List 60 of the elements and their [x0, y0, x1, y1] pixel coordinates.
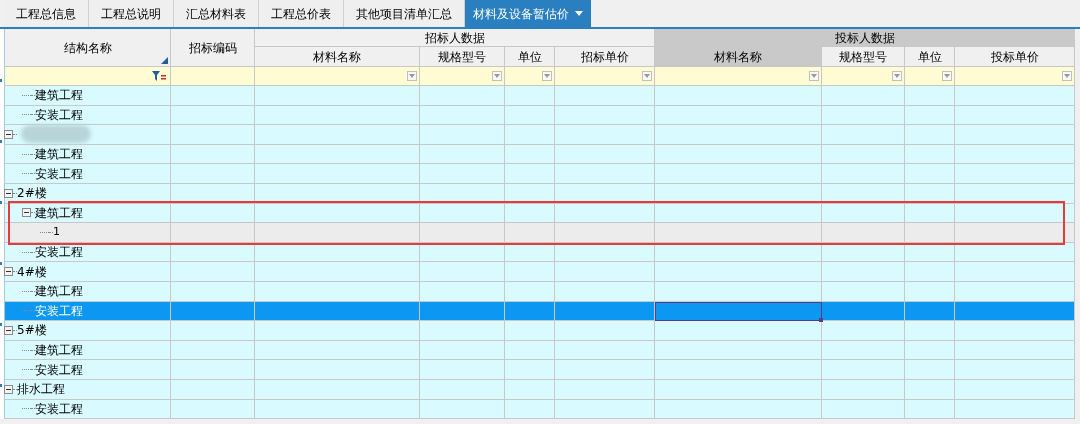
redacted-blur — [21, 125, 91, 144]
table-row[interactable]: 1 — [5, 223, 1075, 243]
tree-node-label: 建筑工程 — [35, 342, 83, 359]
tree-node-label: 安装工程 — [35, 165, 83, 183]
column-header[interactable]: 单位 — [505, 47, 555, 67]
dropdown-icon[interactable] — [809, 71, 819, 81]
column-header[interactable]: 材料名称 — [255, 47, 420, 67]
table-row[interactable]: 4#楼 — [5, 262, 1075, 282]
tree-node-label: 安装工程 — [35, 400, 83, 418]
tree-node-label: 建筑工程 — [35, 87, 83, 105]
column-header[interactable]: 结构名称 — [5, 29, 171, 67]
tree-node-label: 5#楼 — [17, 322, 47, 340]
dropdown-icon[interactable] — [407, 71, 417, 81]
column-header[interactable]: 规格型号 — [420, 47, 505, 67]
tree-node-label: 安装工程 — [35, 244, 83, 262]
column-header[interactable]: 招标编码 — [171, 29, 255, 67]
table-row[interactable]: 排水工程 — [5, 379, 1075, 400]
table-row[interactable]: 安装工程 — [5, 164, 1075, 184]
tree-node-label: 安装工程 — [35, 106, 83, 124]
collapse-icon[interactable] — [22, 208, 31, 218]
caret-icon[interactable] — [575, 11, 583, 16]
column-header[interactable]: 材料名称 — [655, 47, 822, 67]
table-row[interactable]: 安装工程 — [5, 399, 1075, 420]
tab[interactable]: 材料及设备暂估价 — [465, 0, 591, 27]
tree-node-label: 4#楼 — [17, 263, 47, 281]
tree-node-label: 建筑工程 — [35, 283, 83, 301]
table-row[interactable]: 建筑工程 — [5, 340, 1075, 361]
table-row[interactable]: 5#楼 — [5, 321, 1075, 341]
column-header[interactable]: 规格型号 — [822, 47, 905, 67]
tree-node-label: 排水工程 — [17, 381, 65, 399]
collapse-icon[interactable] — [4, 130, 13, 139]
sort-corner-icon — [161, 57, 168, 64]
active-cell[interactable] — [655, 301, 822, 322]
dropdown-icon[interactable] — [642, 71, 652, 81]
filter-icon[interactable] — [152, 71, 166, 81]
table-row[interactable]: 安装工程 — [5, 105, 1075, 126]
table-row[interactable]: 建筑工程 — [5, 144, 1075, 165]
tree-node-label: 建筑工程 — [35, 146, 83, 164]
collapse-icon[interactable] — [4, 325, 13, 335]
tree-node-label: 建筑工程 — [35, 204, 83, 222]
group-header: 招标人数据 — [255, 29, 655, 47]
dropdown-icon[interactable] — [1062, 71, 1072, 81]
table-row[interactable]: 建筑工程 — [5, 86, 1075, 106]
collapse-icon[interactable] — [4, 188, 13, 198]
dropdown-icon[interactable] — [892, 71, 902, 81]
column-header[interactable]: 投标单价 — [955, 47, 1075, 67]
column-header[interactable]: 单位 — [905, 47, 955, 67]
tree-node-label: 安装工程 — [35, 302, 83, 320]
group-header: 投标人数据 — [655, 29, 1075, 47]
tree-node-label: 安装工程 — [35, 361, 83, 379]
collapse-icon[interactable] — [4, 384, 13, 394]
dropdown-icon[interactable] — [492, 71, 502, 81]
tree-node-label: 1 — [53, 224, 60, 241]
dropdown-icon[interactable] — [942, 71, 952, 81]
table-row[interactable]: 建筑工程 — [5, 281, 1075, 302]
collapse-icon[interactable] — [4, 267, 13, 277]
tree-node-label: 2#楼 — [17, 185, 47, 203]
table-row[interactable]: 安装工程 — [5, 360, 1075, 380]
dropdown-icon[interactable] — [542, 71, 552, 81]
column-header[interactable]: 招标单价 — [555, 47, 655, 67]
